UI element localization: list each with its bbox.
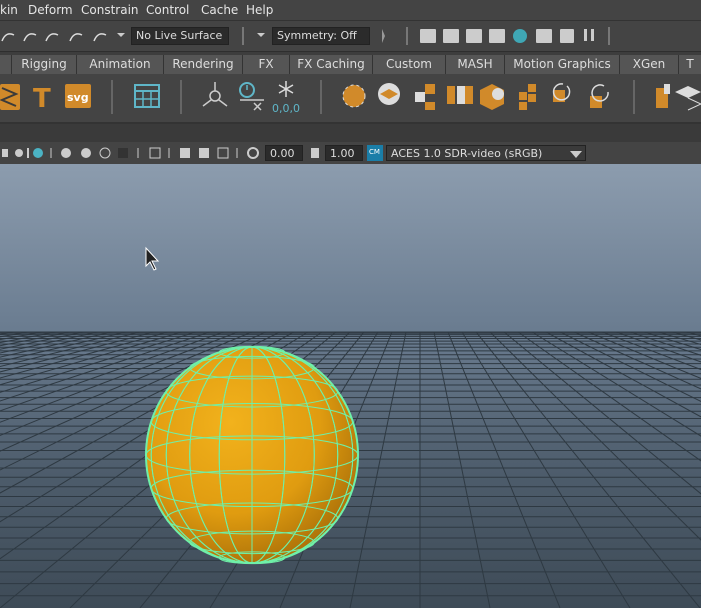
status-line: No Live Surface Symmetry: Off [0,21,701,52]
tab-fx[interactable]: FX [243,55,290,74]
render-view-icon [134,84,160,108]
tab-custom[interactable]: Custom [373,55,446,74]
deform-icon [0,84,20,110]
shelf: T svg 0,0,0 [0,74,701,124]
viewport[interactable] [0,164,701,608]
menu-skin[interactable]: kin [0,3,18,17]
cube-icon [415,84,435,110]
color-space-dropdown[interactable]: ACES 1.0 SDR-video (sRGB) [386,145,586,161]
exposure-field[interactable]: 0.00 [265,145,303,161]
menu-bar: kin Deform Constrain Control Cache Help [0,0,701,21]
pivot-icon [202,82,228,107]
panel-gap [0,124,701,142]
menu-deform[interactable]: Deform [28,3,73,17]
cursor-icon [145,246,160,271]
color-management-badge[interactable]: CM [369,148,380,156]
text-tool-icon: T [33,84,51,114]
tab-rendering[interactable]: Rendering [164,55,243,74]
sphere-icon [378,83,400,105]
menu-constrain[interactable]: Constrain [81,3,139,17]
svg-text:0,0,0: 0,0,0 [272,102,300,115]
tab-animation[interactable]: Animation [77,55,164,74]
tab-mash[interactable]: MASH [446,55,505,74]
live-surface-field[interactable]: No Live Surface [131,27,229,45]
gamma-field[interactable]: 1.00 [325,145,363,161]
panel-toolbar: 0.00 1.00 CM ACES 1.0 SDR-video (sRGB) [0,142,701,165]
tab-fx-caching[interactable]: FX Caching [290,55,373,74]
tab-rigging[interactable]: Rigging [12,55,77,74]
symmetry-field[interactable]: Symmetry: Off [272,27,370,45]
magnet-icon [1,33,15,42]
polygon-icon [342,84,366,108]
scene-view [0,246,701,608]
tab-xgen[interactable]: XGen [620,55,679,74]
tab-truncated[interactable]: T [679,55,701,74]
timer-icon [239,82,264,111]
svg-text:svg: svg [67,91,89,104]
menu-help[interactable]: Help [246,3,273,17]
snowflake-icon [278,81,294,97]
menu-control[interactable]: Control [146,3,189,17]
shelf-tabs: Rigging Animation Rendering FX FX Cachin… [0,52,701,74]
sphere-object [145,345,359,565]
chevron-down-icon[interactable] [570,151,582,159]
menu-cache[interactable]: Cache [201,3,238,17]
tab-motion-graphics[interactable]: Motion Graphics [505,55,620,74]
